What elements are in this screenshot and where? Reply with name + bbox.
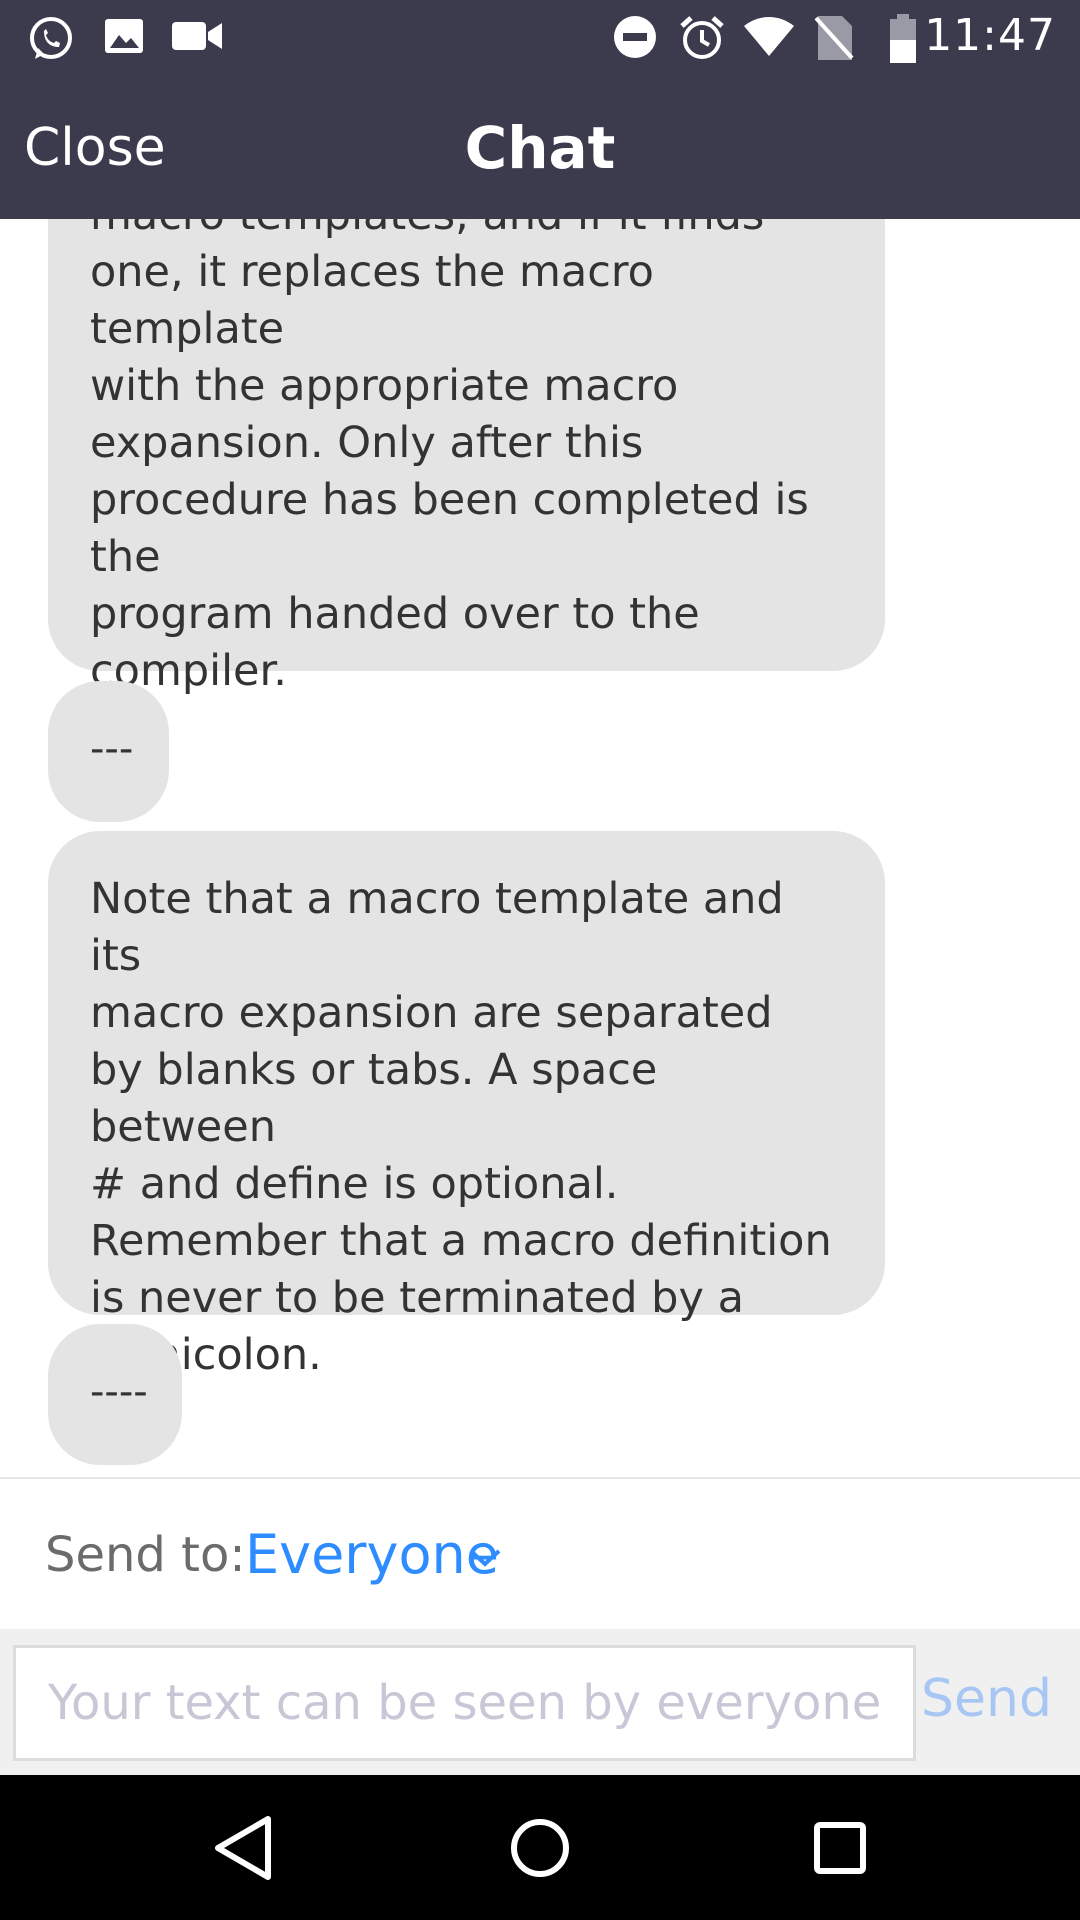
send-button[interactable]: Send bbox=[921, 1669, 1052, 1729]
message-bubble: macro templates, and if it finds one, it… bbox=[48, 219, 885, 696]
message-composer: Send bbox=[0, 1629, 1080, 1775]
navigation-bar bbox=[0, 1775, 1080, 1920]
recipient-selector[interactable]: Everyone bbox=[245, 1523, 499, 1586]
message-input[interactable] bbox=[13, 1645, 916, 1761]
wifi-icon bbox=[744, 17, 794, 56]
home-icon[interactable] bbox=[508, 1813, 572, 1883]
status-bar: 11:47 bbox=[0, 0, 1080, 72]
send-to-label: Send to: bbox=[45, 1527, 246, 1583]
back-icon[interactable] bbox=[210, 1813, 276, 1883]
chat-message-list[interactable]: macro templates, and if it finds one, it… bbox=[0, 219, 1080, 1477]
message-bubble: --- bbox=[48, 681, 169, 822]
image-icon bbox=[105, 19, 143, 53]
message-bubble: Note that a macro template and its macro… bbox=[48, 831, 885, 1380]
no-sim-icon bbox=[814, 16, 854, 60]
page-title: Chat bbox=[464, 114, 616, 182]
whatsapp-icon bbox=[30, 17, 72, 59]
message-bubble: ---- bbox=[48, 1324, 182, 1465]
do-not-disturb-icon bbox=[614, 16, 656, 58]
clock: 11:47 bbox=[924, 10, 1056, 61]
send-to-row: Send to: Everyone bbox=[0, 1479, 1080, 1629]
chevron-down-icon[interactable] bbox=[468, 1547, 502, 1569]
header-bar: Close Chat bbox=[0, 72, 1080, 219]
video-camera-icon bbox=[172, 22, 222, 50]
recent-apps-icon[interactable] bbox=[812, 1813, 868, 1883]
alarm-icon bbox=[680, 16, 724, 59]
battery-icon bbox=[890, 14, 916, 63]
